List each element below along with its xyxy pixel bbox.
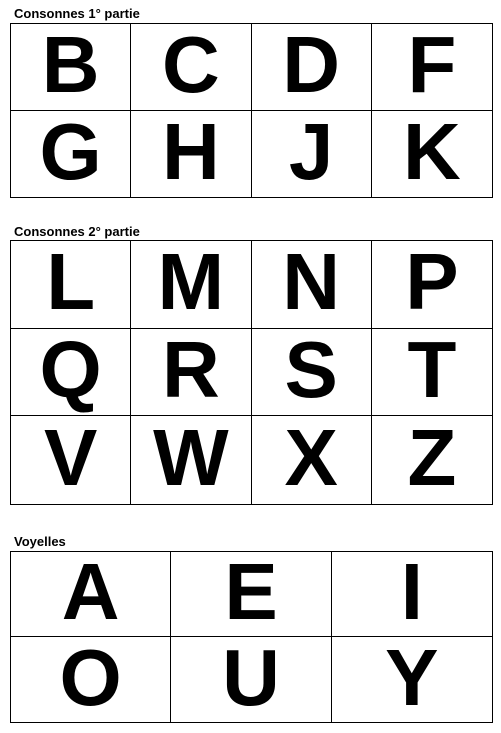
section-title-consonnes-2: Consonnes 2° partie — [14, 224, 140, 239]
letter: R — [161, 328, 220, 414]
letter: J — [288, 110, 334, 196]
letter: W — [153, 416, 229, 503]
letter-card: B — [11, 24, 132, 111]
letter-card: R — [131, 328, 252, 417]
letter-card: V — [11, 416, 132, 504]
section-title-voyelles: Voyelles — [14, 534, 66, 549]
letter-grid-consonnes-2: L M N P Q R S T V W X Z — [10, 240, 493, 505]
letter: S — [284, 328, 338, 414]
letter: V — [43, 416, 98, 503]
letter-grid-voyelles: A E I O U Y — [10, 551, 493, 723]
letter-card: W — [131, 416, 252, 504]
letter-card: Z — [372, 416, 492, 504]
letter: Y — [385, 637, 439, 722]
letter-card: D — [251, 24, 372, 111]
letter: O — [59, 637, 122, 722]
letter-card: J — [252, 110, 372, 197]
letter-card: S — [251, 328, 372, 417]
letter-card: F — [371, 24, 492, 111]
letter: T — [407, 328, 457, 414]
letter: C — [161, 24, 220, 109]
letter: H — [161, 110, 220, 196]
letter: M — [157, 241, 225, 327]
letter-grid-consonnes-1: B C D F G H J K — [10, 23, 493, 198]
letter: F — [407, 24, 457, 109]
letter-card: L — [11, 241, 132, 329]
letter-card: M — [131, 241, 252, 329]
letter: D — [282, 24, 341, 109]
letter: K — [402, 110, 461, 196]
letter: Z — [407, 416, 457, 503]
letter-card: Y — [332, 637, 492, 722]
letter: L — [46, 241, 96, 327]
letter: B — [41, 24, 100, 109]
letter-card: O — [11, 637, 172, 722]
letter-card: X — [252, 416, 372, 504]
section-title-consonnes-1: Consonnes 1° partie — [14, 6, 140, 21]
letter-card: C — [131, 24, 252, 111]
letter-card: N — [251, 241, 372, 329]
letter: G — [39, 110, 102, 196]
letter-card: P — [371, 241, 492, 329]
letter-card: K — [372, 111, 492, 198]
letter: X — [284, 416, 338, 503]
letter-card: I — [331, 552, 492, 637]
letter: P — [405, 241, 459, 327]
letter: I — [400, 552, 423, 636]
letter: N — [282, 241, 341, 327]
letter: U — [222, 637, 280, 722]
letter-card: Q — [11, 328, 132, 417]
letter: Q — [39, 328, 102, 414]
letter: A — [61, 552, 120, 636]
letter-card: T — [371, 328, 492, 417]
letter-card: A — [11, 552, 172, 637]
letter-card: U — [171, 637, 332, 722]
letter-card: E — [171, 552, 332, 637]
letter: E — [224, 552, 278, 636]
letter-card: H — [131, 110, 252, 197]
letter-card: G — [11, 110, 132, 197]
